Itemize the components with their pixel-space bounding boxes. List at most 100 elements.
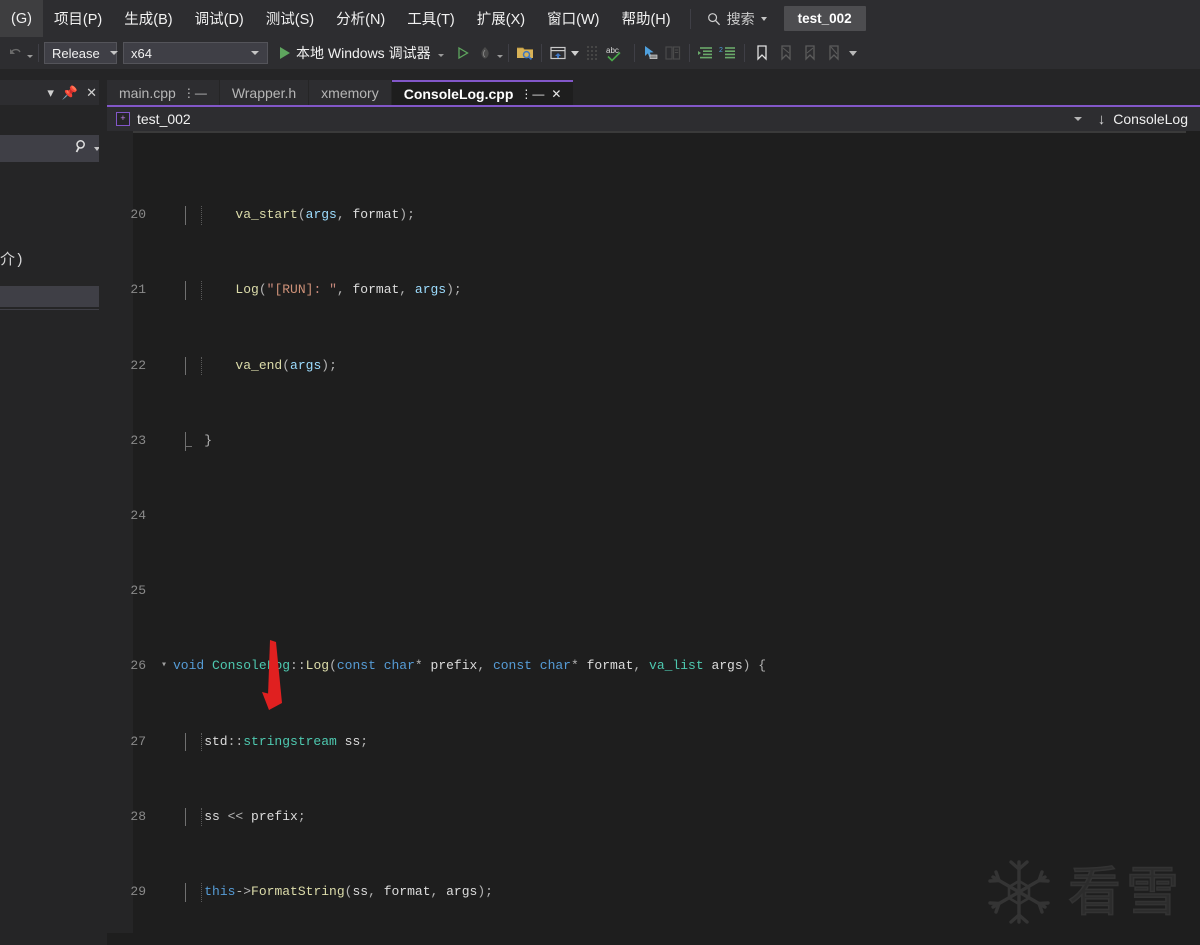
window-layout-icon[interactable]: [547, 42, 569, 64]
code-content: 20 va_start(args, format); 21 Log("[RUN]…: [107, 131, 1200, 945]
indent-decrease-icon[interactable]: 2: [717, 42, 739, 64]
solution-platform-combo[interactable]: x64: [123, 42, 268, 64]
overflow-chevron-icon[interactable]: [846, 42, 860, 64]
compare-file-icon[interactable]: [662, 42, 684, 64]
pin-icon[interactable]: 📌: [62, 86, 78, 99]
chevron-down-icon: [110, 51, 118, 55]
menu-item-project[interactable]: 项目(P): [43, 0, 113, 37]
visual-studio-window: (G) 项目(P) 生成(B) 调试(D) 测试(S) 分析(N) 工具(T) …: [0, 0, 1200, 945]
pin-icon[interactable]: ⋮—: [183, 86, 207, 100]
active-project-badge[interactable]: test_002: [784, 6, 866, 31]
menu-item-help[interactable]: 帮助(H): [610, 0, 681, 37]
member-selector[interactable]: ↓ ConsoleLog: [1098, 111, 1200, 128]
attach-play-icon[interactable]: [452, 42, 474, 64]
project-selector[interactable]: + test_002: [107, 111, 1074, 127]
bookmark-next-icon[interactable]: [774, 42, 798, 64]
tab-label: main.cpp: [119, 85, 176, 101]
menu-item-extensions[interactable]: 扩展(X): [466, 0, 536, 37]
undo-dropdown-icon[interactable]: [27, 55, 33, 58]
window-layout-dropdown-icon[interactable]: [569, 42, 581, 64]
close-icon[interactable]: ✕: [86, 86, 97, 99]
play-triangle-icon: [280, 47, 290, 59]
editor-horizontal-scrollbar[interactable]: [107, 933, 1186, 945]
hot-reload-icon[interactable]: [474, 42, 496, 64]
menu-item-analyze[interactable]: 分析(N): [325, 0, 396, 37]
code-text: void ConsoleLog::Log(const char* prefix,…: [171, 657, 1200, 676]
bookmark-icon[interactable]: [750, 42, 774, 64]
code-text: }: [171, 432, 1200, 451]
editor-vertical-scrollbar[interactable]: [1186, 131, 1200, 945]
goto-member-down-icon: ↓: [1098, 111, 1106, 128]
fold-column[interactable]: [157, 206, 171, 225]
solution-platform-value: x64: [131, 46, 241, 61]
tool-window-scrollbar[interactable]: [99, 80, 106, 945]
line-number: 25: [107, 582, 157, 601]
close-icon[interactable]: ✕: [551, 87, 561, 101]
menu-item-tools[interactable]: 工具(T): [396, 0, 466, 37]
undo-arrow-icon[interactable]: [4, 42, 26, 64]
code-line[interactable]: 26 ▾ void ConsoleLog::Log(const char* pr…: [107, 657, 1200, 676]
fold-column[interactable]: [157, 507, 171, 526]
menu-item-debug[interactable]: 调试(D): [184, 0, 255, 37]
menu-item-0[interactable]: (G): [0, 0, 43, 37]
bookmark-clear-icon[interactable]: [822, 42, 846, 64]
line-number: 27: [107, 733, 157, 752]
pin-icon[interactable]: ⋮—: [520, 87, 544, 101]
toolbar-divider-5: [689, 44, 690, 62]
tool-window-search[interactable]: [0, 135, 106, 162]
menu-item-test[interactable]: 测试(S): [255, 0, 325, 37]
bookmark-prev-icon[interactable]: [798, 42, 822, 64]
code-line[interactable]: 29 this->FormatString(ss, format, args);: [107, 883, 1200, 902]
pointer-select-icon[interactable]: [640, 42, 662, 64]
code-line[interactable]: 27 std::stringstream ss;: [107, 733, 1200, 752]
chevron-down-icon[interactable]: [1074, 117, 1082, 121]
fold-collapse-icon[interactable]: ▾: [157, 657, 171, 676]
fold-column[interactable]: [157, 733, 171, 752]
menu-item-build[interactable]: 生成(B): [113, 0, 183, 37]
start-debugging-button[interactable]: 本地 Windows 调试器: [274, 41, 448, 65]
tab-wrapper-h[interactable]: Wrapper.h: [220, 80, 309, 105]
code-line[interactable]: 22 va_end(args);: [107, 357, 1200, 376]
global-search[interactable]: 搜索: [699, 6, 775, 32]
fold-column[interactable]: [157, 808, 171, 827]
fold-column[interactable]: [157, 582, 171, 601]
line-number: 20: [107, 206, 157, 225]
line-number: 29: [107, 883, 157, 902]
project-name: test_002: [137, 111, 191, 127]
code-line[interactable]: 21 Log("[RUN]: ", format, args);: [107, 281, 1200, 300]
code-line[interactable]: 25: [107, 582, 1200, 601]
spell-check-abc-icon[interactable]: abc: [603, 42, 629, 64]
code-line[interactable]: 20 va_start(args, format);: [107, 206, 1200, 225]
fold-column[interactable]: [157, 357, 171, 376]
tool-window-selected-row[interactable]: [0, 286, 105, 307]
indent-increase-icon[interactable]: [695, 42, 717, 64]
tab-main-cpp[interactable]: main.cpp ⋮—: [107, 80, 220, 105]
code-text: this->FormatString(ss, format, args);: [171, 883, 1200, 902]
menubar-divider: [690, 9, 691, 29]
menu-item-window[interactable]: 窗口(W): [536, 0, 610, 37]
tab-consolelog-cpp[interactable]: ConsoleLog.cpp ⋮— ✕: [392, 80, 574, 105]
chevron-down-icon[interactable]: [438, 54, 444, 57]
line-number: 22: [107, 357, 157, 376]
code-line[interactable]: 28 ss << prefix;: [107, 808, 1200, 827]
tab-xmemory[interactable]: xmemory: [309, 80, 392, 105]
solution-config-combo[interactable]: Release: [44, 42, 117, 64]
code-editor[interactable]: 20 va_start(args, format); 21 Log("[RUN]…: [107, 131, 1200, 945]
hot-reload-dropdown-icon[interactable]: [497, 55, 503, 58]
tab-label: ConsoleLog.cpp: [404, 86, 514, 102]
editor-navigation-bar: + test_002 ↓ ConsoleLog: [107, 105, 1200, 131]
fold-column[interactable]: [157, 432, 171, 451]
magnifier-icon: [74, 139, 89, 159]
fold-column[interactable]: [157, 883, 171, 902]
fold-column[interactable]: [157, 281, 171, 300]
code-line[interactable]: 23 }: [107, 432, 1200, 451]
tool-window-divider: [0, 309, 105, 310]
code-line[interactable]: 24: [107, 507, 1200, 526]
tool-window-header: ▾ 📌 ✕: [0, 80, 105, 105]
chevron-down-icon[interactable]: [761, 17, 767, 21]
chevron-down-icon[interactable]: ▾: [47, 86, 54, 99]
grid-dots-icon[interactable]: [581, 42, 603, 64]
folder-search-icon[interactable]: [514, 42, 536, 64]
tool-window-tree-glyph: 介): [0, 248, 40, 269]
code-text: Log("[RUN]: ", format, args);: [171, 281, 1200, 300]
